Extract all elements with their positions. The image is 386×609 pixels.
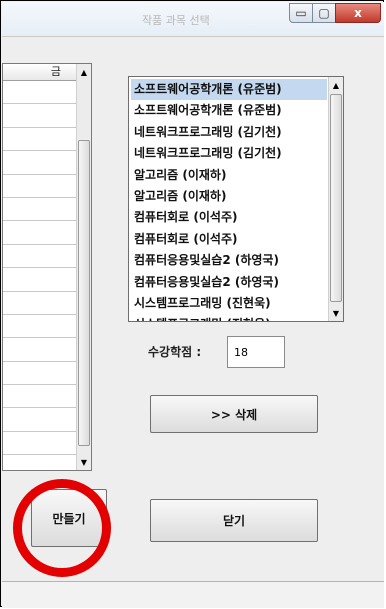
course-list-item[interactable]: 네트워크프로그래밍 (김기천) [131, 122, 327, 143]
table-row[interactable] [3, 174, 77, 198]
table-scrollbar[interactable]: ▲ ▼ [76, 64, 91, 470]
list-scroll-down-icon[interactable]: ▼ [330, 306, 342, 320]
table-row[interactable] [3, 268, 77, 292]
table-scroll-thumb[interactable] [78, 140, 90, 446]
table-row[interactable] [3, 455, 77, 470]
table-row[interactable] [3, 385, 77, 409]
course-list-item[interactable]: 컴퓨터회로 (이석주) [131, 229, 327, 250]
delete-button[interactable]: >> 삭제 [150, 395, 318, 433]
course-list-item[interactable]: 네트워크프로그래밍 (김기천) [131, 143, 327, 164]
course-list-items: 소프트웨어공학개론 (유준범) 소프트웨어공학개론 (유준범) 네트워크프로그래밍 … [131, 79, 327, 321]
credits-label: 수강학점 : [148, 345, 202, 359]
table-row[interactable] [3, 314, 77, 339]
course-list-item[interactable]: 시스템프로그래밍 (진현욱) [131, 293, 327, 314]
course-list-scrollbar[interactable]: ▲ ▼ [328, 77, 343, 321]
close-window-button[interactable]: x [335, 3, 381, 23]
table-row[interactable] [3, 151, 77, 175]
application-window: 작품 과목 선택 ▭ ▢ x 금 ▲ ▼ 소프트웨어공학개론 (유준범) 소프트웨… [0, 0, 384, 608]
course-list-item[interactable]: 컴퓨터회로 (이석주) [131, 207, 327, 228]
maximize-icon: ▢ [318, 6, 330, 20]
table-row[interactable] [3, 408, 77, 432]
table-row[interactable] [3, 81, 77, 105]
highlight-circle [13, 479, 111, 577]
close-button[interactable]: 닫기 [150, 499, 318, 542]
minimize-button[interactable]: ▭ [289, 3, 313, 23]
table-row[interactable] [3, 338, 77, 362]
table-row[interactable] [3, 104, 77, 128]
table-row[interactable] [3, 127, 77, 152]
content-area: 금 ▲ ▼ 소프트웨어공학개론 (유준범) 소프트웨어공학개론 (유준범) 네트워크… [2, 36, 384, 582]
timetable-table: 금 ▲ ▼ [2, 63, 92, 471]
status-bar [2, 581, 384, 608]
course-list-item[interactable]: 컴퓨터응용및실습2 (하영국) [131, 250, 327, 271]
maximize-button[interactable]: ▢ [312, 3, 336, 23]
credits-field[interactable]: 18 [227, 336, 285, 368]
scroll-down-icon[interactable]: ▼ [78, 455, 90, 469]
course-list[interactable]: 소프트웨어공학개론 (유준범) 소프트웨어공학개론 (유준범) 네트워크프로그래밍 … [128, 76, 344, 322]
course-list-item[interactable]: 소프트웨어공학개론 (유준범) [131, 79, 327, 101]
list-scroll-up-icon[interactable]: ▲ [330, 78, 342, 92]
table-row[interactable] [3, 431, 77, 456]
table-row[interactable] [3, 221, 77, 245]
scroll-up-icon[interactable]: ▲ [78, 65, 90, 79]
table-row[interactable] [3, 197, 77, 222]
minimize-icon: ▭ [295, 6, 307, 20]
window-title: 작품 과목 선택 [142, 14, 210, 27]
course-list-item[interactable]: 컴퓨터응용및실습2 (하영국) [131, 272, 327, 293]
course-list-item[interactable]: 소프트웨어공학개론 (유준범) [131, 100, 327, 121]
table-header-friday[interactable]: 금 [3, 64, 77, 81]
table-row[interactable] [3, 361, 77, 386]
title-bar[interactable]: 작품 과목 선택 ▭ ▢ x [2, 2, 384, 36]
table-row[interactable] [3, 244, 77, 269]
list-scroll-thumb[interactable] [330, 94, 342, 302]
table-rows [3, 81, 77, 470]
course-list-item[interactable]: 알고리즘 (이재하) [131, 186, 327, 207]
course-list-item[interactable]: 시스템프로그래밍 (진현욱) [131, 314, 327, 321]
course-list-item[interactable]: 알고리즘 (이재하) [131, 165, 327, 186]
close-icon: x [354, 6, 362, 20]
table-row[interactable] [3, 291, 77, 315]
